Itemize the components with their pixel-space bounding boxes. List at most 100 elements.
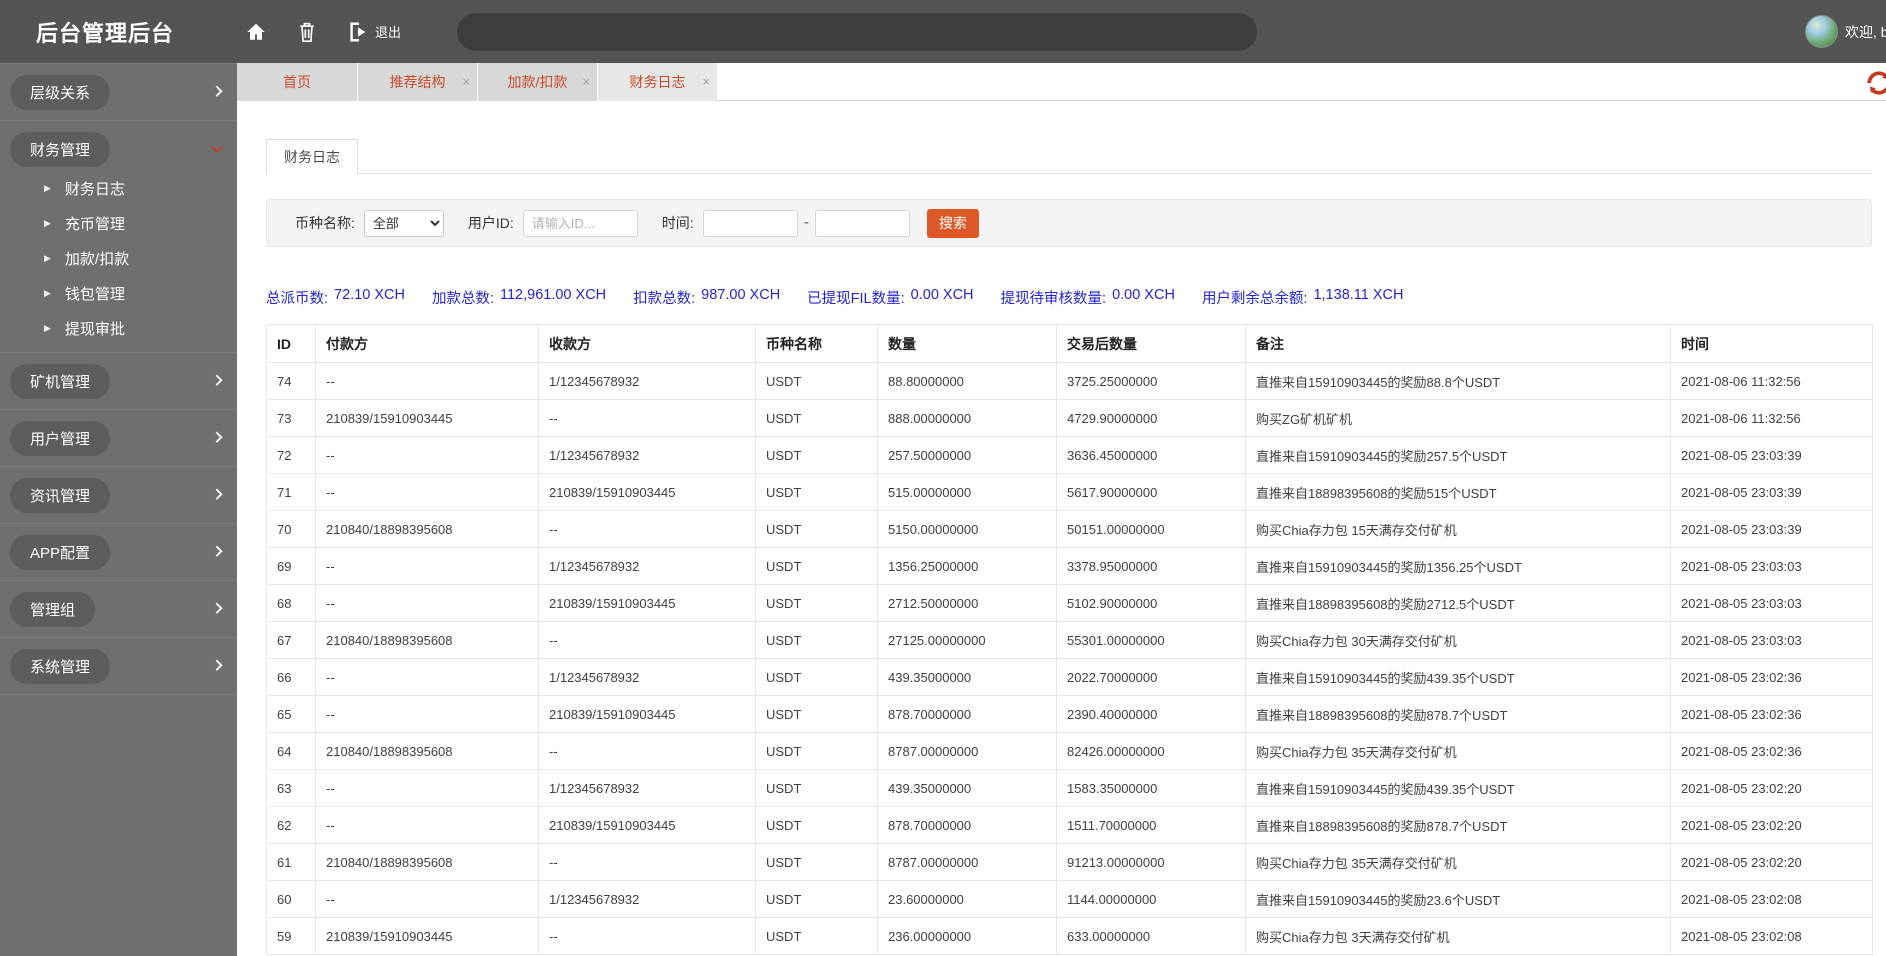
sidebar-item-label: 用户管理 bbox=[10, 420, 111, 456]
sidebar-group: 财务管理 ▶ 财务日志 ▶ 充币管理 ▶ 加款/扣款 ▶ 钱包管理 ▶ 提现审批 bbox=[0, 121, 237, 353]
home-button[interactable] bbox=[245, 21, 267, 43]
table-cell: 82426.00000000 bbox=[1056, 732, 1246, 770]
table-cell: -- bbox=[538, 843, 756, 881]
time-end-input[interactable] bbox=[815, 209, 910, 237]
close-icon[interactable]: × bbox=[702, 75, 710, 88]
table-cell: 68 bbox=[266, 584, 316, 622]
content-area: 财务日志 币种名称: 全部 用户ID: 时间: - 搜索 总派币数: 72.10 … bbox=[237, 101, 1886, 955]
sidebar-item[interactable]: 层级关系 bbox=[0, 70, 237, 114]
stat-item: 扣款总数: 987.00 XCH bbox=[633, 287, 780, 308]
table-cell: 65 bbox=[266, 695, 316, 733]
table-cell: 55301.00000000 bbox=[1056, 621, 1246, 659]
sidebar-subitem[interactable]: ▶ 钱包管理 bbox=[0, 276, 237, 311]
tab-item[interactable]: 加款/扣款 × bbox=[477, 63, 597, 101]
table-cell: 直推来自15910903445的奖励1356.25个USDT bbox=[1245, 547, 1671, 585]
sidebar-subitem[interactable]: ▶ 充币管理 bbox=[0, 206, 237, 241]
panel-title-tab[interactable]: 财务日志 bbox=[266, 139, 358, 175]
table-cell: 1/12345678932 bbox=[538, 362, 756, 400]
sidebar-item-label: 层级关系 bbox=[10, 74, 111, 110]
table-cell: 1/12345678932 bbox=[538, 547, 756, 585]
sidebar-item[interactable]: 资讯管理 bbox=[0, 473, 237, 517]
tab-active[interactable]: 财务日志 × bbox=[597, 63, 717, 101]
table-body: 74 -- 1/12345678932 USDT 88.80000000 3725.250… bbox=[266, 362, 1873, 955]
table-cell: 257.50000000 bbox=[877, 436, 1057, 474]
sidebar-item[interactable]: 财务管理 bbox=[0, 127, 237, 171]
coin-select[interactable]: 全部 bbox=[363, 209, 444, 237]
search-bar[interactable] bbox=[457, 12, 1258, 51]
table-cell: 3725.25000000 bbox=[1056, 362, 1246, 400]
table-cell: 210839/15910903445 bbox=[315, 399, 539, 437]
table-cell: USDT bbox=[755, 473, 878, 511]
logout-label: 退出 bbox=[375, 25, 402, 40]
user-id-input[interactable] bbox=[522, 209, 638, 237]
stat-item: 已提现FIL数量: 0.00 XCH bbox=[807, 287, 973, 308]
search-button[interactable]: 搜索 bbox=[927, 208, 979, 238]
sidebar-item[interactable]: 用户管理 bbox=[0, 416, 237, 460]
time-start-input[interactable] bbox=[702, 209, 798, 237]
stat-value: 987.00 XCH bbox=[701, 287, 781, 303]
stat-value: 1,138.11 XCH bbox=[1313, 287, 1404, 303]
table-cell: 2022.70000000 bbox=[1056, 658, 1246, 696]
table-cell: -- bbox=[315, 806, 539, 844]
submenu-arrow-icon: ▶ bbox=[44, 183, 51, 193]
filter-bar: 币种名称: 全部 用户ID: 时间: - 搜索 bbox=[266, 199, 1872, 247]
close-icon[interactable]: × bbox=[462, 75, 470, 88]
table-cell: 210839/15910903445 bbox=[538, 695, 756, 733]
sidebar-subitem[interactable]: ▶ 提现审批 bbox=[0, 311, 237, 346]
sidebar-subitem[interactable]: ▶ 加款/扣款 bbox=[0, 241, 237, 276]
table-cell: 直推来自15910903445的奖励257.5个USDT bbox=[1245, 436, 1671, 474]
sidebar-item[interactable]: 矿机管理 bbox=[0, 359, 237, 403]
table-cell: 2021-08-05 23:03:03 bbox=[1670, 621, 1873, 659]
table-row: 64 210840/18898395608 -- USDT 8787.00000000 8… bbox=[266, 732, 1873, 770]
table-cell: 210840/18898395608 bbox=[315, 843, 539, 881]
table-cell: -- bbox=[538, 917, 756, 955]
table-cell: 878.70000000 bbox=[877, 695, 1057, 733]
sidebar: 层级关系财务管理 ▶ 财务日志 ▶ 充币管理 ▶ 加款/扣款 ▶ 钱包管理 ▶ 提现审批矿机管理用户… bbox=[0, 63, 237, 956]
close-icon[interactable]: × bbox=[582, 75, 590, 88]
tab-item[interactable]: 首页 bbox=[237, 63, 357, 101]
table-cell: -- bbox=[315, 436, 539, 474]
tab-item[interactable]: 推荐结构 × bbox=[357, 63, 477, 101]
avatar[interactable] bbox=[1805, 15, 1838, 48]
table-cell: 8787.00000000 bbox=[877, 843, 1057, 881]
refresh-icon[interactable] bbox=[1866, 70, 1886, 96]
table-cell: 1/12345678932 bbox=[538, 880, 756, 918]
sidebar-subitem[interactable]: ▶ 财务日志 bbox=[0, 171, 237, 206]
logout-icon bbox=[347, 21, 369, 43]
column-header: 交易后数量 bbox=[1056, 324, 1246, 363]
table-cell: USDT bbox=[755, 658, 878, 696]
logout-button[interactable]: 退出 bbox=[347, 21, 401, 43]
table-cell: 1/12345678932 bbox=[538, 658, 756, 696]
sidebar-item[interactable]: 管理组 bbox=[0, 587, 237, 631]
table-cell: 1356.25000000 bbox=[877, 547, 1057, 585]
chevron-right-icon bbox=[211, 488, 223, 500]
tab-label: 首页 bbox=[283, 74, 311, 90]
table-cell: 5102.90000000 bbox=[1056, 584, 1246, 622]
table-cell: -- bbox=[315, 362, 539, 400]
table-cell: 直推来自18898395608的奖励2712.5个USDT bbox=[1245, 584, 1671, 622]
submenu-arrow-icon: ▶ bbox=[44, 218, 51, 228]
sidebar-item-label: APP配置 bbox=[10, 534, 111, 570]
chevron-right-icon bbox=[211, 602, 223, 614]
sidebar-item[interactable]: 系统管理 bbox=[0, 644, 237, 688]
table-cell: 210840/18898395608 bbox=[315, 621, 539, 659]
table-cell: USDT bbox=[755, 732, 878, 770]
sidebar-item[interactable]: APP配置 bbox=[0, 530, 237, 574]
table-cell: 直推来自15910903445的奖励23.6个USDT bbox=[1245, 880, 1671, 918]
table-row: 67 210840/18898395608 -- USDT 27125.00000000… bbox=[266, 621, 1873, 659]
table-cell: USDT bbox=[755, 510, 878, 548]
table-cell: 50151.00000000 bbox=[1056, 510, 1246, 548]
sidebar-group: 矿机管理 bbox=[0, 353, 237, 410]
table-cell: -- bbox=[315, 658, 539, 696]
table-cell: 2021-08-05 23:02:20 bbox=[1670, 769, 1873, 807]
coin-name-label: 币种名称: bbox=[295, 215, 355, 231]
trash-button[interactable] bbox=[297, 21, 317, 43]
stat-label: 加款总数: bbox=[431, 291, 494, 307]
column-header: 备注 bbox=[1245, 324, 1671, 363]
table-row: 68 -- 210839/15910903445 USDT 2712.50000000 5… bbox=[266, 584, 1873, 622]
table-row: 60 -- 1/12345678932 USDT 23.60000000 1144.000… bbox=[266, 880, 1873, 918]
tab-label: 推荐结构 bbox=[389, 74, 446, 90]
tab-bar: 首页 推荐结构 × 加款/扣款 × 财务日志 × bbox=[237, 63, 1886, 101]
table-cell: USDT bbox=[755, 436, 878, 474]
table-cell: 69 bbox=[266, 547, 316, 585]
